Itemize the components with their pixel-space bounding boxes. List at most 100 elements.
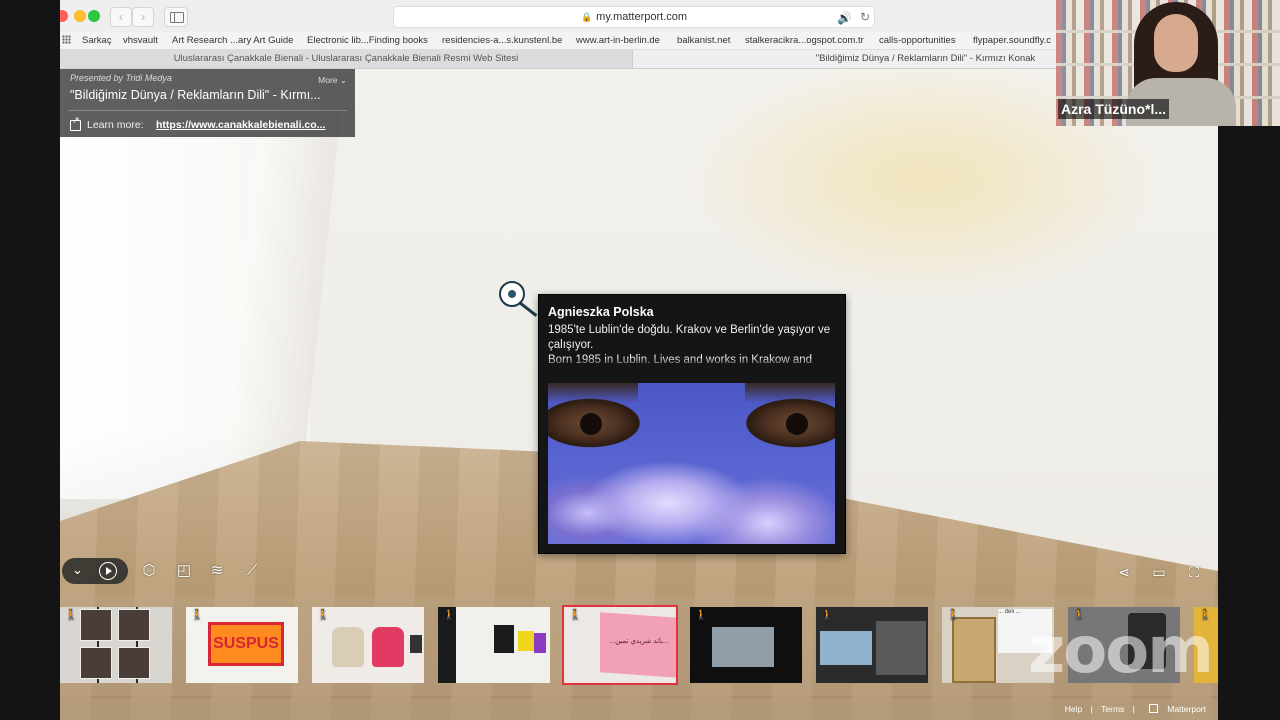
bookmark-item[interactable]: www.art-in-berlin.de [576, 35, 660, 46]
reel-thumbnail[interactable]: 🚶 [690, 607, 802, 683]
tab-strip: Uluslararası Çanakkale Bienali - Uluslar… [60, 50, 1218, 69]
reel-thumbnail[interactable]: 🚶 [816, 607, 928, 683]
help-link[interactable]: Help [1065, 704, 1082, 714]
poster [518, 631, 534, 651]
photo [118, 647, 150, 679]
card-divider [68, 110, 347, 111]
chevron-down-icon[interactable]: ⌄ [72, 562, 83, 578]
fullscreen-icon[interactable]: ⛶ [1185, 564, 1203, 580]
play-icon[interactable] [99, 562, 117, 580]
pupil-right [786, 413, 808, 435]
share-icon[interactable]: ⋖ [1115, 564, 1133, 580]
separator: | [1132, 704, 1135, 714]
terms-link[interactable]: Terms [1101, 704, 1124, 714]
walk-icon: 🚶 [317, 610, 330, 621]
mattertag-card: Agnieszka Polska 1985'te Lublin'de doğdu… [538, 294, 846, 554]
participant-video[interactable]: Azra Tüzüno*l... [1056, 0, 1280, 126]
reel-thumbnail-active[interactable]: ...باتد شريدي ثمين... 🚶 [562, 605, 678, 685]
photo [80, 647, 112, 679]
floors-icon[interactable]: ≋ [208, 562, 226, 580]
url-text: my.matterport.com [596, 11, 688, 23]
door [952, 617, 996, 683]
reel-thumbnail[interactable]: SUSPUS 🚶 [186, 607, 298, 683]
footer-links: Help | Terms | Matterport [1059, 704, 1206, 714]
bookmark-item[interactable]: vhsvault [123, 35, 158, 46]
floorplan-icon[interactable]: ◰ [175, 562, 193, 580]
walk-icon: 🚶 [65, 610, 78, 621]
speaker-icon[interactable]: 🔊 [837, 8, 852, 28]
back-button[interactable]: ‹ [110, 7, 132, 27]
matterport-brand: Matterport [1167, 704, 1206, 714]
artwork-media[interactable] [548, 383, 835, 544]
bottom-controls: ⌄ ⬡ ◰ ≋ ⟋ ⋖ ▭ ⛶ [60, 556, 1218, 588]
projection-screen [712, 627, 774, 667]
walk-icon: 🚶 [695, 610, 708, 621]
vr-icon[interactable]: ▭ [1150, 564, 1168, 580]
matterport-footer: Help | Terms | Matterport [60, 698, 1218, 720]
artist-name: Agnieszka Polska [548, 305, 654, 319]
walk-icon: 🚶 [569, 610, 582, 621]
suspus-sign: SUSPUS [208, 622, 284, 666]
banner-text: ...باتد شريدي ثمين... [609, 638, 669, 645]
learn-more-link[interactable]: https://www.canakkalebienali.co... [156, 119, 336, 131]
bio-fade [548, 357, 833, 369]
bookmark-item[interactable]: balkanist.net [677, 35, 730, 46]
tab-canakkale-bienali[interactable]: Uluslararası Çanakkale Bienali - Uluslar… [60, 50, 633, 68]
room-wall [876, 621, 926, 675]
bookmark-item[interactable]: flypaper.soundfly.c [973, 35, 1051, 46]
minimize-window-button[interactable] [74, 10, 86, 22]
reel-thumbnail[interactable]: 🚶 [438, 607, 550, 683]
wall-frame [410, 635, 422, 653]
matterport-logo-icon [1149, 704, 1159, 713]
zoom-watermark: zoom [1028, 614, 1214, 688]
presented-by-text: Presented by Tridi Medya [70, 73, 172, 83]
external-link-icon [70, 115, 81, 131]
bookmarks-grid-icon[interactable] [62, 35, 71, 44]
more-button[interactable]: More ⌄ [318, 75, 347, 86]
eye-left [548, 383, 638, 403]
dollhouse-icon[interactable]: ⬡ [140, 562, 158, 580]
participant-name: Azra Tüzüno*l... [1058, 99, 1169, 119]
reload-icon[interactable]: ↻ [860, 7, 870, 27]
walk-icon: 🚶 [443, 610, 456, 621]
eye-right [745, 383, 835, 403]
pink-banner [600, 612, 676, 678]
poster [494, 625, 514, 653]
backpack [372, 627, 404, 667]
learn-more-label: Learn more: [87, 119, 144, 131]
bookmark-item[interactable]: Electronic lib...Finding books [307, 35, 428, 46]
separator: | [1090, 704, 1093, 714]
space-title: "Bildiğimiz Dünya / Reklamların Dili" - … [70, 88, 321, 102]
photo [118, 609, 150, 641]
bookmark-item[interactable]: Sarkaç [82, 35, 112, 46]
photo [80, 609, 112, 641]
bookmark-item[interactable]: Art Research ...ary Art Guide [172, 35, 293, 46]
poster [534, 633, 546, 653]
walk-icon: 🚶 [191, 610, 204, 621]
reel-thumbnail[interactable]: 🚶 [312, 607, 424, 683]
tour-control-pill: ⌄ [62, 558, 128, 584]
mattertag-stem [518, 301, 538, 317]
walk-icon: 🚶 [947, 610, 960, 621]
browser-window: ‹ › 🔒 my.matterport.com 🔊 ↻ Sarkaç vhsvau… [60, 0, 1218, 720]
bookmark-item[interactable]: stalkeracikra...ogspot.com.tr [745, 35, 864, 46]
sidebar-toggle-icon[interactable] [164, 7, 188, 27]
address-bar[interactable]: 🔒 my.matterport.com 🔊 ↻ [393, 6, 875, 28]
backpack [332, 627, 364, 667]
presented-by-card: Presented by Tridi Medya More ⌄ "Bildiği… [60, 69, 355, 137]
bookmark-item[interactable]: residencies-a...s.kunstenl.be [442, 35, 562, 46]
projection-screen [820, 631, 872, 665]
matterport-link[interactable]: Matterport [1143, 704, 1206, 714]
walk-icon: 🚶 [821, 610, 834, 621]
forward-button[interactable]: › [132, 7, 154, 27]
close-window-button[interactable] [60, 10, 68, 22]
bookmark-item[interactable]: calls-opportunities [879, 35, 956, 46]
pupil-left [580, 413, 602, 435]
measure-icon[interactable]: ⟋ [243, 562, 261, 580]
maximize-window-button[interactable] [88, 10, 100, 22]
reel-thumbnail[interactable]: 🚶 [60, 607, 172, 683]
browser-titlebar: ‹ › 🔒 my.matterport.com 🔊 ↻ [60, 0, 1218, 33]
bookmarks-bar: Sarkaç vhsvault Art Research ...ary Art … [60, 32, 1218, 50]
participant-face [1154, 14, 1198, 72]
lock-icon: 🔒 [580, 12, 593, 22]
